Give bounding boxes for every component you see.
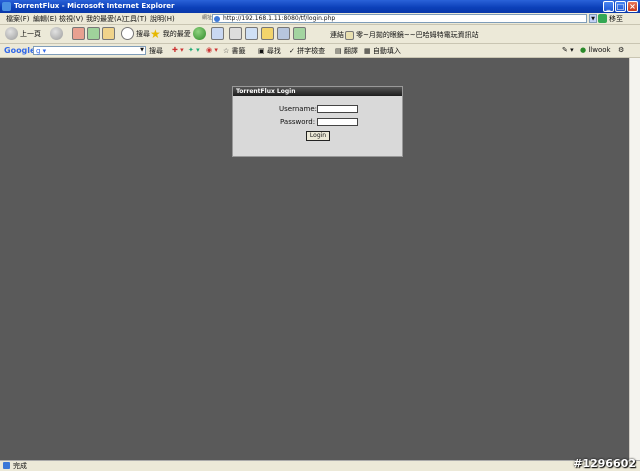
wrench-icon[interactable]: ✎ ▾ bbox=[562, 46, 574, 54]
messenger-icon bbox=[277, 27, 290, 40]
home-button[interactable] bbox=[102, 27, 115, 40]
search-icon bbox=[121, 27, 134, 40]
menu-view[interactable]: 檢視(V) bbox=[59, 14, 83, 24]
ie-icon bbox=[2, 2, 11, 11]
history-button[interactable] bbox=[193, 27, 206, 40]
bookmarks-button[interactable]: ☆ 書籤 bbox=[223, 46, 246, 56]
home-icon bbox=[102, 27, 115, 40]
stop-icon bbox=[72, 27, 85, 40]
back-button[interactable]: 上一頁 bbox=[5, 27, 41, 40]
history-icon bbox=[193, 27, 206, 40]
stop-button[interactable] bbox=[72, 27, 85, 40]
google-g-icon: g ▾ bbox=[36, 47, 47, 55]
address-dropdown-icon[interactable]: ▼ bbox=[589, 14, 597, 23]
bookmark-star-icon: ☆ bbox=[223, 47, 232, 55]
search-button[interactable]: 搜尋 bbox=[121, 27, 150, 40]
go-icon[interactable] bbox=[598, 14, 607, 23]
links-item[interactable]: 零~月拋的眼鏡~~巴哈姆特電玩資訊站 bbox=[345, 30, 479, 40]
menu-favorites[interactable]: 我的最愛(A) bbox=[86, 14, 124, 24]
status-bar: 完成 bbox=[0, 460, 640, 471]
password-label: Password: bbox=[280, 118, 316, 126]
research-button[interactable] bbox=[293, 27, 306, 40]
translate-icon: ▤ bbox=[335, 47, 344, 55]
google-options-icon[interactable]: ✚ ▾ bbox=[172, 46, 184, 54]
login-panel: TorrentFlux Login Username: Password: Lo… bbox=[232, 86, 403, 157]
google-dropdown-icon[interactable]: ▼ bbox=[140, 47, 144, 53]
google-search-input[interactable]: g ▾ ▼ bbox=[33, 46, 146, 55]
status-text: 完成 bbox=[13, 462, 27, 470]
google-news-icon[interactable]: ✦ ▾ bbox=[188, 46, 200, 54]
print-icon bbox=[229, 27, 242, 40]
forward-button[interactable] bbox=[50, 27, 63, 40]
star-icon: ★ bbox=[150, 27, 161, 41]
edit-button[interactable] bbox=[245, 27, 258, 40]
menu-edit[interactable]: 編輯(E) bbox=[33, 14, 57, 24]
page-icon bbox=[214, 16, 220, 22]
watermark-text: #1296602 bbox=[573, 457, 636, 470]
refresh-icon bbox=[87, 27, 100, 40]
window-title-bar: TorrentFlux - Microsoft Internet Explore… bbox=[0, 0, 640, 13]
folder-button[interactable] bbox=[261, 27, 274, 40]
standard-toolbar: 上一頁 搜尋 ★ 我的最愛 連結 零~月拋的眼鏡~~巴哈姆特電玩資訊站 bbox=[0, 25, 640, 44]
spellcheck-button[interactable]: ✓ 拼字檢查 bbox=[289, 46, 325, 56]
folder-icon bbox=[261, 27, 274, 40]
autofill-icon: ▦ bbox=[364, 47, 373, 55]
translate-button[interactable]: ▤ 翻譯 bbox=[335, 46, 358, 56]
close-icon[interactable]: × bbox=[627, 1, 638, 12]
link-page-icon bbox=[345, 30, 354, 40]
spellcheck-icon: ✓ bbox=[289, 47, 298, 55]
menu-bar: 檔案(F) 編輯(E) 檢視(V) 我的最愛(A) 工具(T) 說明(H) 網址… bbox=[0, 13, 640, 25]
mail-icon bbox=[211, 27, 224, 40]
login-title: TorrentFlux Login bbox=[233, 87, 402, 96]
find-button[interactable]: ▣ 尋找 bbox=[258, 46, 281, 56]
forward-arrow-icon bbox=[50, 27, 63, 40]
address-field[interactable]: http://192.168.1.11:8080/tf/login.php bbox=[212, 14, 587, 23]
status-page-icon bbox=[3, 462, 10, 469]
mail-button[interactable] bbox=[211, 27, 224, 40]
pagerank-icon[interactable]: ◉ ▾ bbox=[206, 46, 218, 54]
password-field[interactable] bbox=[317, 118, 358, 126]
username-field[interactable] bbox=[317, 105, 358, 113]
login-button[interactable]: Login bbox=[306, 131, 330, 141]
refresh-button[interactable] bbox=[87, 27, 100, 40]
username-label: Username: bbox=[279, 105, 318, 113]
google-toolbar: Google g ▾ ▼ 搜尋 ✚ ▾ ✦ ▾ ◉ ▾ ☆ 書籤 ▣ 尋找 ✓ … bbox=[0, 44, 640, 58]
favorites-button[interactable]: ★ 我的最愛 bbox=[150, 27, 191, 41]
edit-icon bbox=[245, 27, 258, 40]
print-button[interactable] bbox=[229, 27, 242, 40]
messenger-button[interactable] bbox=[277, 27, 290, 40]
vertical-scrollbar[interactable] bbox=[629, 58, 640, 460]
menu-help[interactable]: 說明(H) bbox=[150, 14, 175, 24]
research-icon bbox=[293, 27, 306, 40]
settings-icon[interactable]: ⚙ bbox=[618, 46, 624, 54]
google-search-button[interactable]: 搜尋 bbox=[149, 46, 163, 56]
back-arrow-icon bbox=[5, 27, 18, 40]
autofill-button[interactable]: ▦ 自動填入 bbox=[364, 46, 401, 56]
window-title: TorrentFlux - Microsoft Internet Explore… bbox=[14, 2, 175, 10]
go-button[interactable]: 移至 bbox=[609, 14, 623, 24]
maximize-icon[interactable]: □ bbox=[615, 1, 626, 12]
google-logo: Google bbox=[4, 46, 36, 55]
minimize-icon[interactable]: _ bbox=[603, 1, 614, 12]
menu-tools[interactable]: 工具(T) bbox=[123, 14, 147, 24]
address-url: http://192.168.1.11:8080/tf/login.php bbox=[223, 15, 336, 22]
google-account-button[interactable]: ● llwook bbox=[580, 46, 611, 54]
menu-file[interactable]: 檔案(F) bbox=[6, 14, 30, 24]
find-icon: ▣ bbox=[258, 47, 267, 55]
links-label: 連結 bbox=[330, 31, 344, 39]
